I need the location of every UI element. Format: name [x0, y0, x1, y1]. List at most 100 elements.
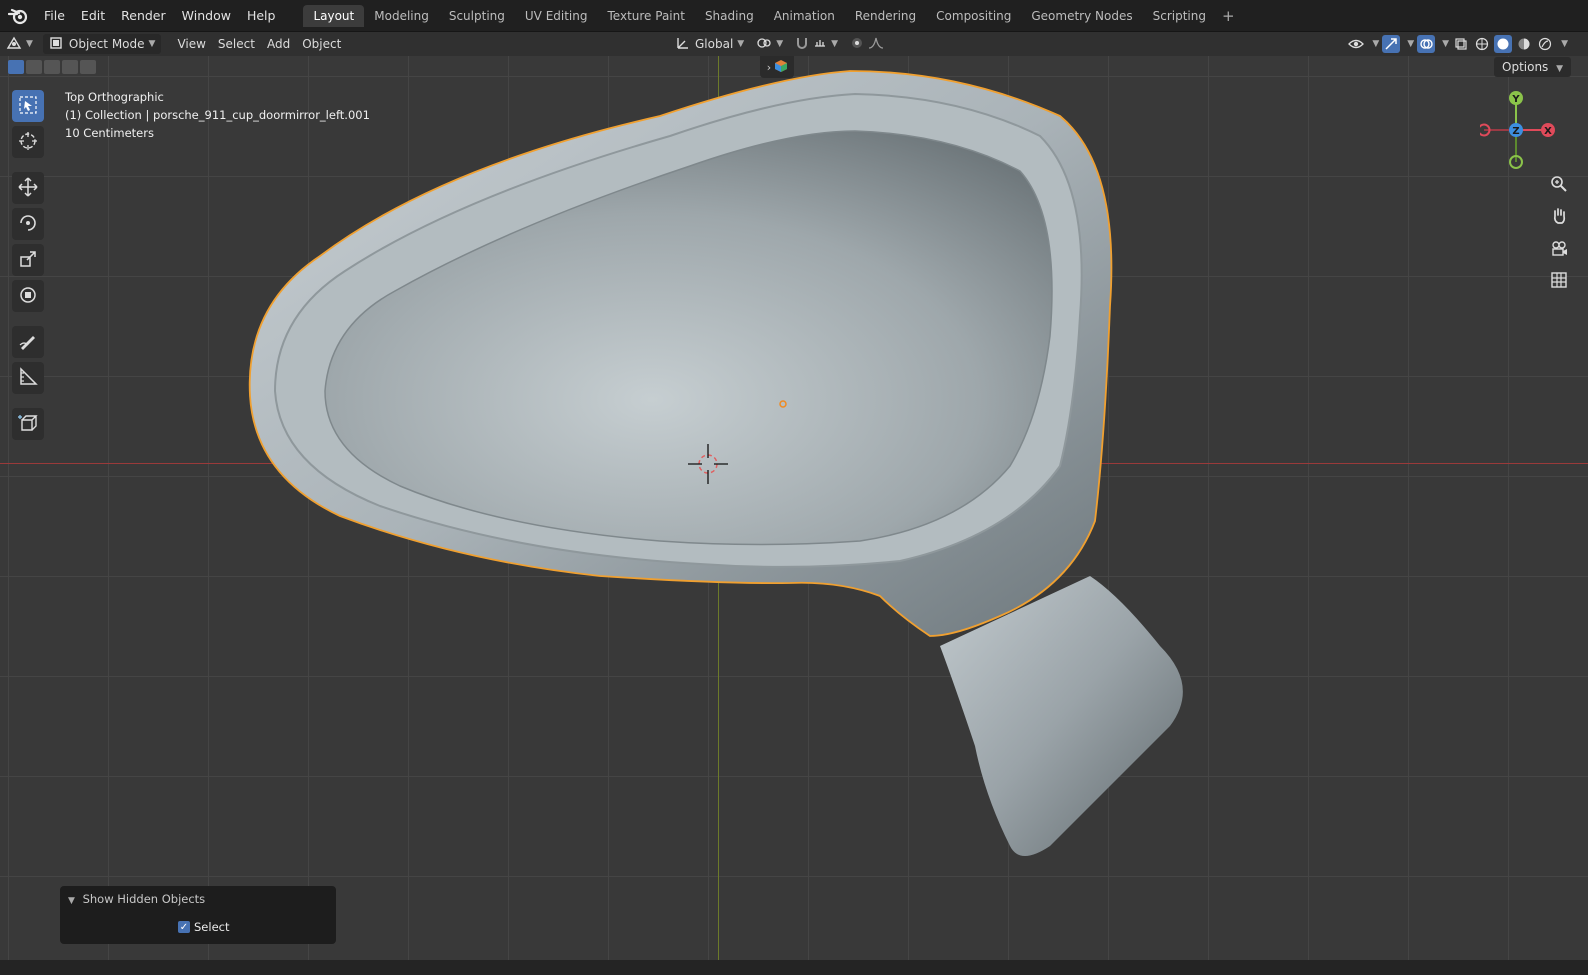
orientation-dropdown[interactable]: Global ▼ [670, 34, 750, 54]
object-mode-icon [49, 36, 63, 53]
menu-render[interactable]: Render [113, 0, 174, 32]
select-extend-icon[interactable] [26, 60, 42, 74]
tab-sculpting[interactable]: Sculpting [439, 5, 515, 27]
menu-add[interactable]: Add [261, 34, 296, 54]
editor-type-button[interactable]: ▼ [0, 34, 39, 54]
snap-increment-icon [813, 36, 827, 53]
workspace-tabs: Layout Modeling Sculpting UV Editing Tex… [303, 0, 1240, 32]
operator-title[interactable]: ▼ Show Hidden Objects [68, 892, 205, 906]
chevron-down-icon[interactable]: ▼ [1561, 39, 1568, 49]
wireframe-shading-icon[interactable] [1473, 35, 1491, 53]
measure-tool[interactable] [12, 362, 44, 394]
view-name-label: Top Orthographic [65, 90, 164, 104]
operator-title-label: Show Hidden Objects [82, 892, 206, 906]
chevron-down-icon[interactable]: ▼ [1407, 39, 1414, 49]
add-cube-tool[interactable] [12, 408, 44, 440]
chevron-down-icon: ▼ [776, 39, 784, 49]
camera-view-button[interactable] [1548, 238, 1570, 260]
chevron-down-icon[interactable]: ▼ [1442, 39, 1449, 49]
chevron-down-icon: ▼ [831, 39, 839, 49]
orientation-icon [676, 36, 690, 53]
xray-toggle-icon[interactable] [1452, 35, 1470, 53]
chevron-down-icon[interactable]: ▼ [1372, 39, 1379, 49]
move-icon [18, 176, 38, 200]
select-checkbox-label: Select [194, 920, 230, 934]
options-dropdown[interactable]: Options ▼ [1494, 57, 1572, 77]
zoom-button[interactable] [1548, 174, 1570, 196]
select-checkbox-row[interactable]: ✓ Select [178, 920, 229, 934]
rendered-shading-icon[interactable] [1536, 35, 1554, 53]
grid-icon [1550, 271, 1568, 292]
select-subtract-icon[interactable] [44, 60, 60, 74]
magnet-icon [795, 36, 809, 53]
collection-label: (1) Collection | porsche_911_cup_doormir… [65, 108, 370, 122]
tab-scripting[interactable]: Scripting [1143, 5, 1216, 27]
viewport-header: ▼ Object Mode ▼ View Select Add Object G… [0, 32, 1588, 56]
transform-tools: Global ▼ ▼ ▼ [670, 34, 890, 54]
tab-animation[interactable]: Animation [764, 5, 845, 27]
gizmo-z-label: Z [1512, 126, 1519, 137]
gizmo-toggle-icon[interactable] [1382, 35, 1401, 53]
select-mode-buttons [8, 60, 96, 74]
add-workspace-button[interactable]: + [1216, 7, 1241, 25]
menu-file[interactable]: File [36, 0, 73, 32]
snap-toggle[interactable]: ▼ [789, 34, 844, 54]
camera-icon [1550, 239, 1568, 260]
select-checkbox[interactable]: ✓ [178, 921, 190, 933]
object-gizmo-icon [775, 59, 788, 75]
pan-hand-icon [1550, 207, 1568, 228]
gizmo-popover[interactable]: › [760, 56, 794, 78]
menu-edit[interactable]: Edit [73, 0, 113, 32]
3d-viewport[interactable]: › Top Orthographic (1) Collection | pors… [0, 56, 1588, 960]
pan-button[interactable] [1548, 206, 1570, 228]
select-invert-icon[interactable] [62, 60, 78, 74]
tab-uv-editing[interactable]: UV Editing [515, 5, 598, 27]
chevron-down-icon: ▼ [148, 39, 156, 49]
transform-tool[interactable] [12, 280, 44, 312]
navigation-gizmo[interactable]: Y X Z [1480, 86, 1560, 176]
tab-shading[interactable]: Shading [695, 5, 764, 27]
menu-window[interactable]: Window [174, 0, 239, 32]
measure-icon [18, 366, 38, 390]
cursor-icon [18, 131, 38, 154]
chevron-right-icon: › [766, 60, 772, 74]
solid-shading-icon[interactable] [1494, 35, 1513, 53]
menu-help[interactable]: Help [239, 0, 284, 32]
tab-rendering[interactable]: Rendering [845, 5, 926, 27]
select-box-tool[interactable] [12, 90, 44, 122]
falloff-icon [868, 36, 884, 53]
tab-geometry-nodes[interactable]: Geometry Nodes [1021, 5, 1142, 27]
chevron-down-icon: ▼ [1556, 64, 1564, 74]
blender-logo-icon[interactable] [0, 0, 36, 32]
material-shading-icon[interactable] [1515, 35, 1533, 53]
cursor-tool[interactable] [12, 126, 44, 158]
move-tool[interactable] [12, 172, 44, 204]
menu-view[interactable]: View [171, 34, 211, 54]
proportional-edit-icon [850, 36, 864, 53]
scale-tool[interactable] [12, 244, 44, 276]
toggle-ortho-button[interactable] [1548, 270, 1570, 292]
chevron-down-icon: ▼ [26, 39, 33, 49]
tab-layout[interactable]: Layout [303, 4, 365, 27]
select-new-icon[interactable] [8, 60, 24, 74]
transform-icon [18, 285, 38, 308]
overlays-toggle-icon[interactable] [1417, 35, 1436, 53]
tab-modeling[interactable]: Modeling [364, 5, 439, 27]
select-intersect-icon[interactable] [80, 60, 96, 74]
gizmo-y-label: Y [1511, 94, 1520, 105]
rotate-tool[interactable] [12, 208, 44, 240]
status-bar [0, 960, 1588, 975]
gizmo-x-label: X [1544, 126, 1552, 137]
tab-compositing[interactable]: Compositing [926, 5, 1021, 27]
top-menu-bar: File Edit Render Window Help Layout Mode… [0, 0, 1588, 32]
door-mirror-model[interactable] [0, 56, 1588, 960]
menu-object[interactable]: Object [296, 34, 347, 54]
pivot-dropdown[interactable]: ▼ [750, 34, 789, 54]
annotate-tool[interactable] [12, 326, 44, 358]
proportional-edit-toggle[interactable] [844, 34, 890, 54]
object-mode-dropdown[interactable]: Object Mode ▼ [42, 34, 162, 54]
visibility-icon[interactable] [1347, 35, 1365, 53]
add-cube-icon [18, 413, 38, 436]
tab-texture-paint[interactable]: Texture Paint [598, 5, 695, 27]
menu-select[interactable]: Select [212, 34, 261, 54]
